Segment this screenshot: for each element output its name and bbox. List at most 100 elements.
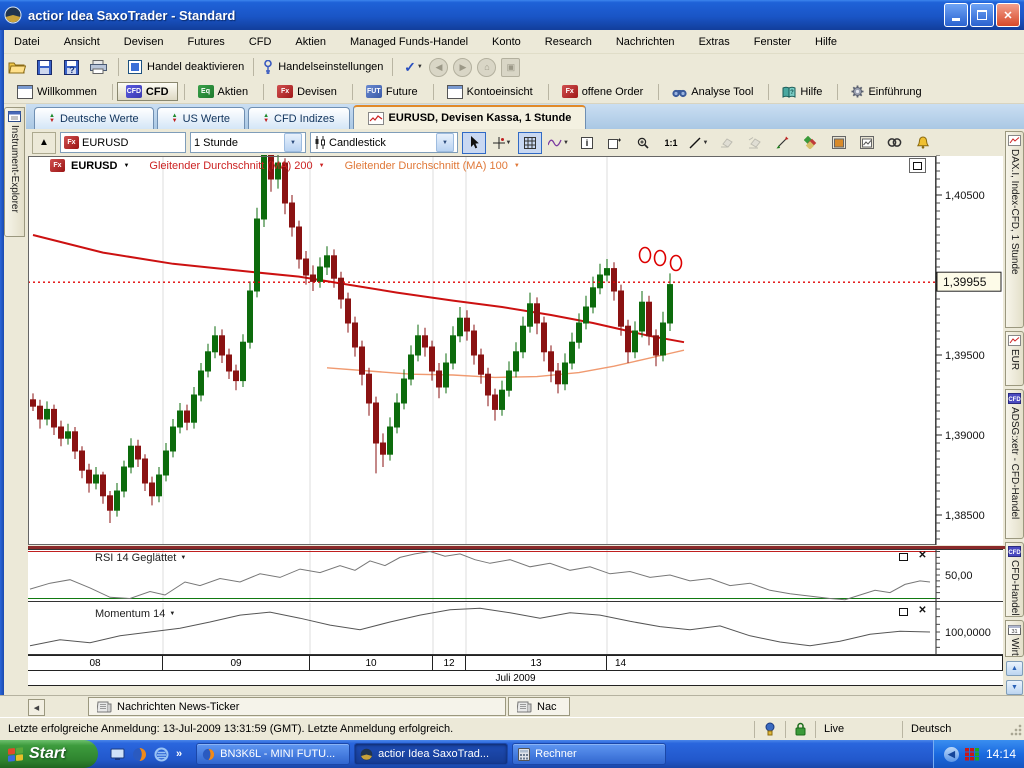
dock-tab-adsg[interactable]: CFD ADSG:xetr - CFD-Handel (1005, 389, 1024, 539)
module-future[interactable]: FUT Future (357, 82, 427, 101)
module-hilfe[interactable]: ? Hilfe (773, 83, 831, 101)
calendar-icon: 31 (1008, 624, 1021, 635)
module-willkommen[interactable]: Willkommen (8, 82, 106, 102)
collapse-panel-button[interactable]: ▲ (32, 132, 56, 154)
menu-nachrichten[interactable]: Nachrichten (616, 36, 675, 48)
show-desktop-icon[interactable] (110, 747, 125, 762)
news-ticker-tab[interactable]: Nachrichten News-Ticker (88, 697, 506, 716)
save-as-button[interactable]: ? (60, 57, 82, 77)
dock-scroll-up-icon[interactable]: ▲ (1006, 661, 1023, 676)
one-to-one-button[interactable]: 1:1 (659, 132, 683, 154)
dock-tab-cfd-handel[interactable]: CFD CFD-Handel (1005, 542, 1024, 617)
crosshair-tool-button[interactable]: ▼ (490, 132, 514, 154)
rsi-panel-label[interactable]: RSI 14 Geglättet▼ (95, 552, 186, 564)
menu-hilfe[interactable]: Hilfe (815, 36, 837, 48)
tab-us-werte[interactable]: ▲▼ US Werte (157, 107, 245, 129)
link-charts-button[interactable] (883, 132, 907, 154)
dock-collapse-icon[interactable]: ◀ (28, 699, 45, 716)
rsi-close-icon[interactable]: ✕ (916, 550, 929, 561)
zoom-in-button[interactable] (631, 132, 655, 154)
start-button[interactable]: Start (0, 740, 98, 768)
menu-aktien[interactable]: Aktien (295, 36, 326, 48)
save-button[interactable] (33, 57, 55, 77)
info-tool-button[interactable]: i (575, 132, 599, 154)
restore-button[interactable] (970, 3, 994, 27)
momentum-maximize-button[interactable] (897, 606, 910, 617)
menu-research[interactable]: Research (545, 36, 592, 48)
task-saxotrader-active[interactable]: actior Idea SaxoTrad... (354, 743, 508, 765)
module-aktien[interactable]: Eq Aktien (189, 82, 258, 101)
chart-template-save-button[interactable] (827, 132, 851, 154)
instrument-input[interactable]: Fx EURUSD (60, 132, 186, 153)
handelseinstellungen-label[interactable]: Handelseinstellungen (278, 61, 383, 73)
rsi-maximize-button[interactable] (897, 551, 910, 562)
module-kontoeinsicht[interactable]: Kontoeinsicht (438, 82, 542, 102)
confirm-check-button[interactable]: ✓▼ (402, 57, 424, 77)
menu-futures[interactable]: Futures (188, 36, 225, 48)
module-offene-order[interactable]: Fx offene Order (553, 82, 653, 101)
back-icon[interactable]: ◀ (429, 58, 448, 77)
title-bar[interactable]: actior Idea SaxoTrader - Standard ✕ (0, 0, 1024, 30)
fit-scale-button[interactable] (771, 132, 795, 154)
print-button[interactable] (87, 57, 109, 77)
resize-grip[interactable] (1009, 723, 1022, 736)
price-chart[interactable]: 1,405001,395001,390001,385001,39955 (28, 155, 1005, 546)
quick-launch-overflow-icon[interactable]: » (176, 748, 182, 760)
studies-colors-button[interactable] (799, 132, 823, 154)
news-tab-2[interactable]: Nac (508, 697, 570, 716)
legend-instrument[interactable]: EURUSD (71, 160, 117, 172)
indicator-tool-button[interactable]: ▼ (546, 132, 571, 154)
menu-managed-funds[interactable]: Managed Funds-Handel (350, 36, 468, 48)
module-cfd-active[interactable]: CFD CFD (117, 82, 178, 101)
module-analyse-tool[interactable]: Analyse Tool (663, 83, 762, 101)
firefox-icon[interactable] (132, 747, 147, 762)
dock-tab-daxi[interactable]: DAX.I, Index-CFD, 1 Stunde (1005, 131, 1024, 328)
tab-deutsche-werte[interactable]: ▲▼ Deutsche Werte (34, 107, 154, 129)
tab-eurusd-chart-active[interactable]: EURUSD, Devisen Kassa, 1 Stunde (353, 105, 587, 129)
price-alert-button[interactable] (911, 132, 935, 154)
tab-cfd-indizes[interactable]: ▲▼ CFD Indizes (248, 107, 349, 129)
legend-ma200[interactable]: Gleitender Durchschnitt (MA) 200 (149, 160, 312, 172)
open-button[interactable] (6, 57, 28, 77)
chevron-down-icon[interactable]: ▼ (436, 133, 454, 152)
chart-template-apply-button[interactable] (855, 132, 879, 154)
instrument-explorer-tab[interactable]: Instrument-Explorer (4, 107, 25, 237)
menu-fenster[interactable]: Fenster (754, 36, 791, 48)
minimize-button[interactable] (944, 3, 968, 27)
handel-deaktivieren-checkbox[interactable] (128, 60, 142, 74)
menu-cfd[interactable]: CFD (249, 36, 272, 48)
module-devisen[interactable]: Fx Devisen (268, 82, 346, 101)
chart-maximize-button[interactable] (909, 158, 926, 173)
momentum-panel-label[interactable]: Momentum 14▼ (95, 608, 175, 620)
dock-scroll-down-icon[interactable]: ▼ (1006, 680, 1023, 695)
window-up-icon[interactable]: ▣ (501, 58, 520, 77)
task-bn3k6l[interactable]: BN3K6L - MINI FUTU... (196, 743, 350, 765)
key-icon[interactable] (263, 60, 273, 75)
candlestick-chart-svg[interactable]: 1,405001,395001,390001,385001,39955 (28, 155, 1005, 546)
legend-ma100[interactable]: Gleitender Durchschnitt (MA) 100 (345, 160, 508, 172)
chevron-down-icon[interactable]: ▼ (284, 133, 302, 152)
dock-tab-eur[interactable]: EUR (1005, 331, 1024, 386)
menu-extras[interactable]: Extras (699, 36, 730, 48)
dock-tab-wirtschaftskalender[interactable]: 31 Wirt (1005, 620, 1024, 658)
forward-icon[interactable]: ▶ (453, 58, 472, 77)
grid-toggle-button[interactable] (518, 132, 542, 154)
tray-chevron-icon[interactable]: ◀ (944, 747, 959, 762)
pointer-tool-button[interactable] (462, 132, 486, 154)
task-rechner[interactable]: Rechner (512, 743, 666, 765)
connection-status-icon[interactable] (965, 748, 980, 761)
chart-type-select[interactable]: Candlestick ▼ (310, 132, 458, 153)
period-select[interactable]: 1 Stunde ▼ (190, 132, 306, 153)
home-icon[interactable]: ⌂ (477, 58, 496, 77)
momentum-close-icon[interactable]: ✕ (916, 605, 929, 616)
internet-explorer-icon[interactable] (154, 747, 169, 762)
menu-ansicht[interactable]: Ansicht (64, 36, 100, 48)
menu-datei[interactable]: Datei (14, 36, 40, 48)
trendline-tool-button[interactable]: ▼ (687, 132, 711, 154)
menu-konto[interactable]: Konto (492, 36, 521, 48)
module-einfuehrung[interactable]: Einführung (842, 82, 930, 101)
close-button[interactable]: ✕ (996, 3, 1020, 27)
menu-devisen[interactable]: Devisen (124, 36, 164, 48)
connection-icon (754, 721, 785, 738)
add-chart-window-button[interactable] (603, 132, 627, 154)
